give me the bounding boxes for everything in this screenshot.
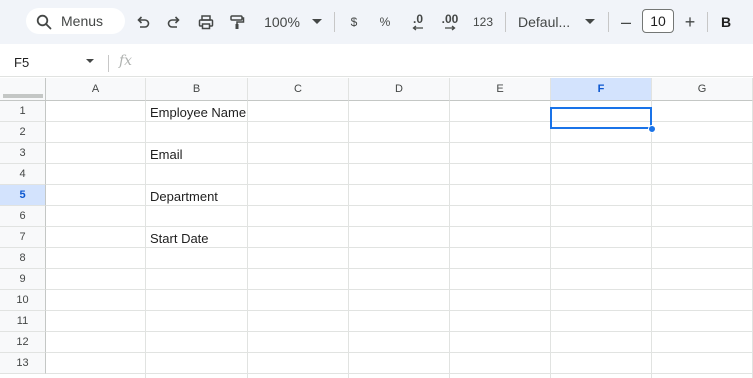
zoom-value: 100% — [264, 14, 300, 30]
row-header-11[interactable]: 11 — [0, 311, 46, 332]
font-family-select[interactable]: Defaul... — [518, 10, 578, 34]
paint-format-icon — [230, 15, 245, 29]
bold-label: B — [720, 14, 732, 30]
fx-icon: fx — [119, 53, 133, 69]
plus-label: + — [684, 11, 696, 32]
redo-button[interactable] — [165, 10, 183, 34]
row-header-6[interactable]: 6 — [0, 206, 46, 227]
column-header-f[interactable]: F — [551, 78, 652, 101]
column-header-a[interactable]: A — [46, 78, 146, 101]
row-gridline — [46, 373, 753, 374]
row-header-7[interactable]: 7 — [0, 227, 46, 248]
row-gridline — [46, 226, 753, 227]
undo-icon — [137, 16, 150, 28]
caret-down-icon — [585, 19, 595, 24]
cell-b5[interactable]: Department — [150, 189, 218, 204]
row-header-3[interactable]: 3 — [0, 143, 46, 164]
decrease-decimal-label: .0 — [412, 12, 423, 26]
name-box[interactable]: F5 — [14, 55, 29, 70]
row-header-9[interactable]: 9 — [0, 269, 46, 290]
increase-decimal-label: .00 — [441, 12, 459, 26]
zoom-select[interactable]: 100% — [262, 10, 302, 34]
arrow-right-icon — [445, 25, 456, 31]
column-header-c[interactable]: C — [248, 78, 349, 101]
font-size-input[interactable]: 10 — [642, 9, 674, 33]
search-icon — [36, 14, 52, 30]
row-gridline — [46, 310, 753, 311]
caret-down-icon — [312, 19, 322, 24]
minus-label: – — [620, 11, 631, 32]
row-header-13[interactable]: 13 — [0, 353, 46, 374]
row-header-10[interactable]: 10 — [0, 290, 46, 311]
fill-handle[interactable] — [648, 125, 656, 133]
caret-down-icon[interactable] — [86, 59, 94, 64]
row-gridline — [46, 205, 753, 206]
toolbar-divider — [608, 12, 609, 32]
zoom-dropdown-caret[interactable] — [311, 10, 323, 34]
increase-font-size-button[interactable]: + — [682, 10, 698, 34]
print-icon — [198, 15, 214, 30]
column-header-e[interactable]: E — [450, 78, 551, 101]
number-format-label: 123 — [472, 15, 494, 29]
selected-cell-f5[interactable] — [550, 107, 652, 129]
currency-format-button[interactable]: $ — [346, 10, 362, 34]
undo-button[interactable] — [134, 10, 152, 34]
paint-format-button[interactable] — [228, 10, 246, 34]
arrow-left-icon — [412, 25, 423, 31]
cell-b1[interactable]: Employee Name — [150, 105, 246, 120]
row-gridline — [46, 163, 753, 164]
search-label: Menus — [61, 13, 104, 29]
column-header-g[interactable]: G — [652, 78, 753, 101]
toolbar-divider — [334, 12, 335, 32]
toolbar-divider — [505, 12, 506, 32]
cell-b3[interactable]: Email — [150, 147, 183, 162]
percent-format-button[interactable]: % — [377, 10, 393, 34]
decrease-decimal-button[interactable]: .0 — [408, 10, 428, 34]
toolbar: Menus 100% $ % .0 .00 123 Defaul... – 10… — [0, 0, 753, 44]
font-family-caret[interactable] — [584, 10, 596, 34]
row-gridline — [46, 184, 753, 185]
increase-decimal-button[interactable]: .00 — [438, 10, 462, 34]
row-header-2[interactable]: 2 — [0, 122, 46, 143]
toolbar-divider — [707, 12, 708, 32]
bold-button[interactable]: B — [718, 10, 734, 34]
search-menus-button[interactable]: Menus — [26, 8, 125, 34]
column-header-d[interactable]: D — [349, 78, 450, 101]
font-size-value: 10 — [650, 13, 666, 29]
row-gridline — [46, 289, 753, 290]
row-gridline — [46, 352, 753, 353]
row-gridline — [46, 268, 753, 269]
redo-icon — [167, 16, 180, 28]
select-all-corner[interactable] — [0, 78, 46, 101]
row-gridline — [46, 142, 753, 143]
row-header-5[interactable]: 5 — [0, 185, 46, 206]
print-button[interactable] — [197, 10, 215, 34]
percent-label: % — [379, 15, 391, 29]
font-family-value: Defaul... — [518, 14, 571, 30]
row-gridline — [46, 331, 753, 332]
decrease-font-size-button[interactable]: – — [618, 10, 634, 34]
row-header-4[interactable]: 4 — [0, 164, 46, 185]
cell-b7[interactable]: Start Date — [150, 231, 209, 246]
row-gridline — [46, 247, 753, 248]
more-formats-button[interactable]: 123 — [472, 10, 494, 34]
formula-bar: F5 fx — [0, 49, 753, 77]
row-header-12[interactable]: 12 — [0, 332, 46, 353]
formula-bar-divider — [108, 55, 109, 72]
row-header-8[interactable]: 8 — [0, 248, 46, 269]
currency-label: $ — [350, 15, 358, 29]
row-header-1[interactable]: 1 — [0, 101, 46, 122]
column-header-b[interactable]: B — [146, 78, 248, 101]
